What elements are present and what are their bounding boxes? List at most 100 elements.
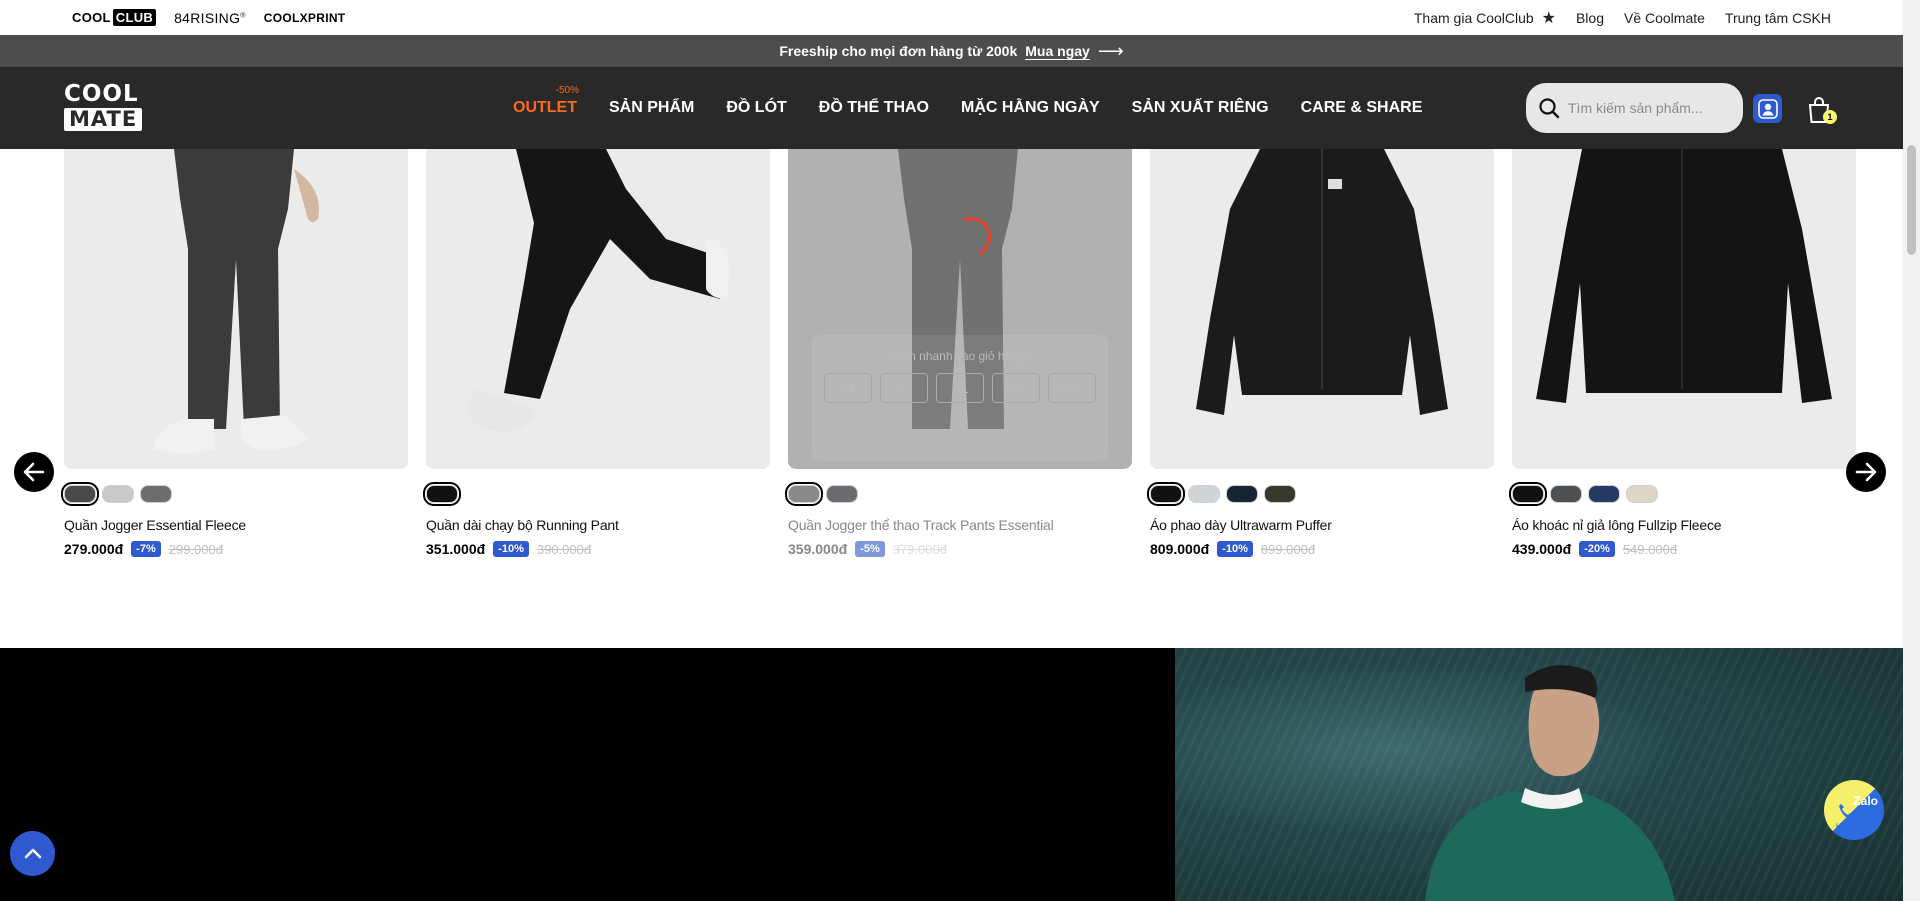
nav-item-outlet[interactable]: -50% OUTLET (513, 85, 579, 117)
product-card[interactable]: Thêm nhanh vào giỏ hàng + M L XL 2XL 3XL… (785, 149, 1132, 557)
scrollbar-thumb[interactable] (1907, 145, 1916, 255)
hotline-label: Hotline (1836, 823, 1858, 830)
size-option-l[interactable]: L (880, 373, 928, 403)
top-utility-bar: COOL CLUB 84RISING® COOLXPRINT Tham gia … (0, 0, 1903, 35)
nav-item-products[interactable]: SẢN PHẨM (609, 99, 694, 117)
buy-now-link[interactable]: Mua ngay (1025, 43, 1090, 60)
top-links: Tham gia CoolClub ★ Blog Về Coolmate Tru… (1414, 8, 1831, 28)
product-image[interactable] (426, 149, 770, 469)
product-image[interactable] (64, 149, 408, 469)
cart-count-badge: 1 (1823, 110, 1837, 124)
quick-add-panel: Thêm nhanh vào giỏ hàng + M L XL 2XL 3XL (812, 335, 1108, 461)
product-card[interactable]: Quần dài chạy bộ Running Pant 351.000đ -… (423, 149, 770, 557)
product-prices: 809.000đ -10% 899.000đ (1150, 541, 1494, 557)
product-image[interactable] (1150, 149, 1494, 469)
original-price: 899.000đ (1260, 541, 1316, 557)
product-price: 809.000đ (1150, 541, 1210, 557)
color-swatch[interactable] (1188, 485, 1220, 503)
coolclub-box-text: CLUB (112, 9, 157, 26)
nav-item-everyday[interactable]: MẶC HẰNG NGÀY (961, 99, 1100, 117)
scroll-to-top-button[interactable] (10, 831, 55, 876)
zalo-hotline-button[interactable]: Zalo Hotline (1824, 780, 1884, 840)
carousel-next-button[interactable] (1846, 452, 1886, 492)
original-price: 299.000đ (168, 541, 223, 557)
main-nav: -50% OUTLET SẢN PHẨM ĐỒ LÓT ĐỒ THỂ THAO … (513, 67, 1422, 149)
join-coolclub-link[interactable]: Tham gia CoolClub ★ (1414, 8, 1556, 28)
brand-links: COOL CLUB 84RISING® COOLXPRINT (72, 9, 345, 26)
84rising-brand-link[interactable]: 84RISING® (174, 10, 246, 26)
color-swatches (1509, 482, 1856, 506)
account-button[interactable] (1753, 94, 1782, 123)
size-option-xl[interactable]: XL (936, 373, 984, 403)
blog-link[interactable]: Blog (1576, 10, 1604, 26)
about-link[interactable]: Về Coolmate (1624, 10, 1705, 26)
product-card[interactable]: Quần Jogger Essential Fleece 279.000đ -7… (61, 149, 408, 557)
promo-bar: Freeship cho mọi đơn hàng từ 200k Mua ng… (0, 35, 1903, 67)
product-name[interactable]: Quần Jogger Essential Fleece (64, 517, 408, 533)
color-swatch[interactable] (102, 485, 134, 503)
size-option-3xl[interactable]: 3XL (1048, 373, 1096, 403)
nav-item-sportswear[interactable]: ĐỒ THỂ THAO (819, 99, 929, 117)
product-image[interactable] (1512, 149, 1856, 469)
color-swatch[interactable] (826, 485, 858, 503)
registered-mark: ® (240, 11, 246, 19)
product-prices: 279.000đ -7% 299.000đ (64, 541, 408, 557)
search-icon[interactable] (1538, 97, 1560, 119)
coolclub-brand-link[interactable]: COOL CLUB (72, 9, 157, 26)
zalo-label: Zalo (1853, 794, 1878, 808)
color-swatch[interactable] (1588, 485, 1620, 503)
outlet-discount-badge: -50% (555, 85, 579, 96)
product-name[interactable]: Quần dài chạy bộ Running Pant (426, 517, 770, 533)
color-swatch[interactable] (1550, 485, 1582, 503)
logo-line-2: MATE (64, 108, 143, 131)
product-name[interactable]: Áo khoác nỉ giả lông Fullzip Fleece (1512, 517, 1856, 533)
product-name[interactable]: Áo phao dày Ultrawarm Puffer (1150, 517, 1494, 533)
carousel-prev-button[interactable] (14, 452, 54, 492)
color-swatches (785, 482, 1132, 506)
color-swatch[interactable] (61, 482, 99, 506)
arrow-right-icon (1855, 462, 1877, 482)
arrow-left-icon (23, 462, 45, 482)
size-option-2xl[interactable]: 2XL (992, 373, 1040, 403)
size-options: M L XL 2XL 3XL (812, 363, 1108, 413)
banner-model-image[interactable] (1175, 648, 1903, 901)
discount-badge: -20% (1579, 541, 1615, 557)
coolmate-logo[interactable]: COOL MATE (64, 83, 143, 133)
color-swatches (1147, 482, 1494, 506)
nav-item-underwear[interactable]: ĐỒ LÓT (726, 99, 786, 117)
product-carousel: Quần Jogger Essential Fleece 279.000đ -7… (0, 149, 1903, 569)
banner-left-panel (0, 648, 1175, 901)
support-center-link[interactable]: Trung tâm CSKH (1725, 10, 1831, 26)
product-price: 351.000đ (426, 541, 486, 557)
product-card[interactable]: Áo khoác nỉ giả lông Fullzip Fleece 439.… (1509, 149, 1856, 557)
original-price: 379.000đ (892, 541, 947, 557)
color-swatch[interactable] (1626, 485, 1658, 503)
page-scrollbar[interactable] (1903, 0, 1920, 901)
arrow-right-icon: ⟶ (1097, 40, 1124, 61)
color-swatch[interactable] (1226, 485, 1258, 503)
color-swatch[interactable] (423, 482, 461, 506)
product-price: 439.000đ (1512, 541, 1572, 557)
color-swatch[interactable] (1509, 482, 1547, 506)
original-price: 390.000đ (536, 541, 592, 557)
coolclub-text: COOL (72, 10, 111, 25)
nav-item-custom-production[interactable]: SẢN XUẤT RIÊNG (1132, 99, 1269, 117)
nav-item-care-share[interactable]: CARE & SHARE (1301, 99, 1423, 117)
product-prices: 359.000đ -5% 379.000đ (788, 541, 1132, 557)
quick-add-title: Thêm nhanh vào giỏ hàng + (885, 349, 1035, 363)
product-card[interactable]: Áo phao dày Ultrawarm Puffer 809.000đ -1… (1147, 149, 1494, 557)
84rising-text: 84RISING (174, 9, 241, 26)
color-swatch[interactable] (1147, 482, 1185, 506)
search-input[interactable] (1568, 100, 1738, 116)
product-name[interactable]: Quần Jogger thể thao Track Pants Essenti… (788, 517, 1132, 533)
color-swatch[interactable] (785, 482, 823, 506)
color-swatch[interactable] (1264, 485, 1296, 503)
color-swatch[interactable] (140, 485, 172, 503)
discount-badge: -5% (855, 541, 885, 557)
coolxprint-brand-link[interactable]: COOLXPRINT (264, 11, 346, 25)
cart-button[interactable]: 1 (1805, 94, 1837, 126)
size-option-m[interactable]: M (824, 373, 872, 403)
color-swatches (423, 482, 770, 506)
product-price: 359.000đ (788, 541, 848, 557)
product-image[interactable]: Thêm nhanh vào giỏ hàng + M L XL 2XL 3XL (788, 149, 1132, 469)
